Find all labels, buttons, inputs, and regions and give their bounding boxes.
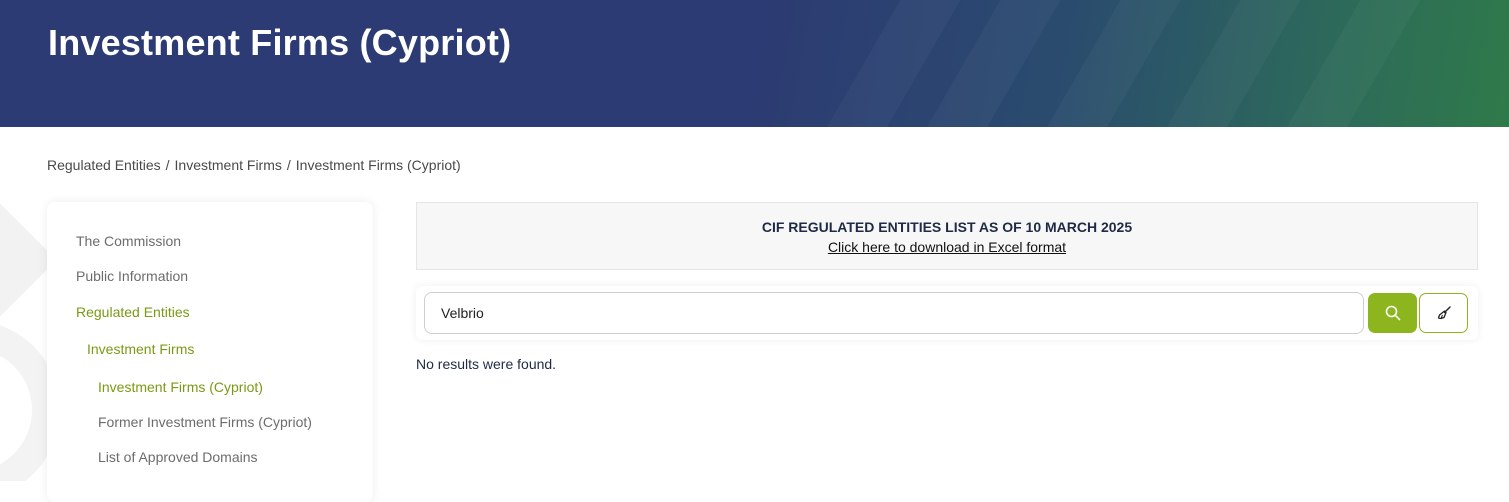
- breadcrumb-item[interactable]: Regulated Entities: [47, 157, 161, 173]
- sidebar-item-public-information[interactable]: Public Information: [76, 268, 188, 284]
- search-button[interactable]: [1368, 293, 1417, 333]
- sidebar-item-former-investment-firms[interactable]: Former Investment Firms (Cypriot): [98, 414, 312, 430]
- sidebar-item-the-commission[interactable]: The Commission: [76, 233, 181, 249]
- search-icon: [1385, 305, 1400, 321]
- broom-icon: [1437, 306, 1451, 320]
- breadcrumb: Regulated Entities / Investment Firms / Inve…: [47, 157, 461, 173]
- sidebar-item-approved-domains[interactable]: List of Approved Domains: [98, 449, 258, 465]
- sidebar-item-regulated-entities[interactable]: Regulated Entities: [76, 304, 190, 320]
- sidebar-item-investment-firms[interactable]: Investment Firms: [87, 341, 194, 357]
- page-header: Investment Firms (Cypriot): [0, 0, 1509, 127]
- no-results-message: No results were found.: [416, 356, 557, 372]
- breadcrumb-item[interactable]: Investment Firms: [175, 157, 282, 173]
- breadcrumb-separator: /: [165, 157, 170, 173]
- search-input[interactable]: [424, 292, 1364, 334]
- list-notice: CIF REGULATED ENTITIES LIST AS OF 10 MAR…: [416, 202, 1478, 270]
- search-bar: [416, 286, 1478, 340]
- breadcrumb-separator: /: [286, 157, 291, 173]
- clear-search-button[interactable]: [1419, 293, 1468, 333]
- notice-title: CIF REGULATED ENTITIES LIST AS OF 10 MAR…: [761, 219, 1133, 235]
- sidebar-item-investment-firms-cypriot[interactable]: Investment Firms (Cypriot): [98, 379, 263, 395]
- breadcrumb-current: Investment Firms (Cypriot): [295, 157, 461, 173]
- sidebar-nav: The Commission Public Information Regula…: [47, 202, 373, 502]
- excel-download-link[interactable]: Click here to download in Excel format: [417, 239, 1477, 255]
- page-title: Investment Firms (Cypriot): [48, 22, 512, 63]
